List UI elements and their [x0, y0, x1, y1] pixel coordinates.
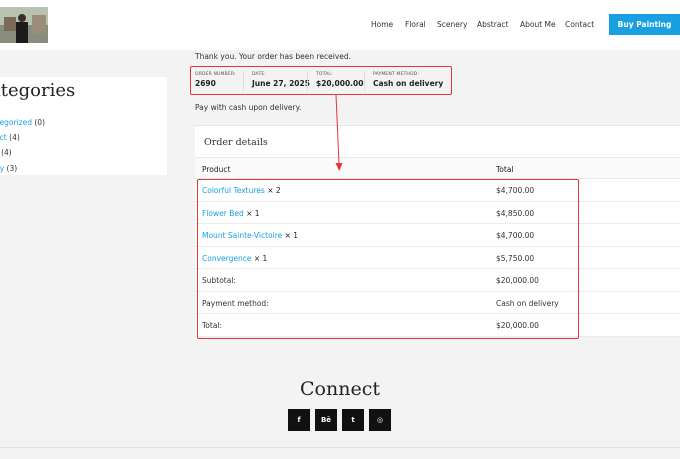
product-cell: Colorful Textures × 2	[202, 186, 281, 195]
site-logo[interactable]	[0, 7, 48, 43]
behance-icon[interactable]: Bē	[315, 409, 337, 431]
summary-divider	[364, 71, 365, 91]
payment-instructions: Pay with cash upon delivery.	[195, 103, 302, 112]
category-item[interactable]: ategorized (0)	[0, 118, 45, 127]
product-quantity: × 1	[246, 208, 260, 218]
order-total-value: $20,000.00	[316, 79, 364, 88]
product-cell: Mount Sainte-Victoire × 1	[202, 231, 298, 240]
table-row: Flower Bed × 1 $4,850.00	[195, 202, 680, 224]
payment-method: PAYMENT METHOD: Cash on delivery	[373, 72, 443, 88]
order-number-value: 2690	[195, 79, 216, 88]
order-details-title: Order details	[204, 137, 268, 148]
order-total-label: TOTAL:	[316, 72, 333, 77]
footer-divider	[0, 447, 680, 448]
category-count: (4)	[9, 133, 20, 142]
order-number: ORDER NUMBER: 2690	[195, 72, 236, 88]
category-count: (3)	[6, 164, 18, 173]
nav-contact[interactable]: Contact	[565, 20, 594, 29]
product-cell: Flower Bed × 1	[202, 209, 260, 218]
categories-title: ategories	[0, 80, 76, 101]
category-count: (4)	[1, 148, 12, 157]
order-total: TOTAL: $20,000.00	[316, 72, 363, 88]
line-total: $4,850.00	[496, 208, 535, 218]
summary-divider	[243, 71, 244, 91]
product-link[interactable]: Colorful Textures	[202, 186, 265, 195]
order-table-header: Product Total	[195, 157, 680, 179]
product-link[interactable]: Convergence	[202, 254, 251, 263]
line-total: $5,750.00	[496, 253, 535, 263]
category-item[interactable]: ract (4)	[0, 133, 20, 142]
line-total: $4,700.00	[496, 186, 535, 195]
instagram-icon[interactable]: ◎	[369, 409, 391, 431]
summary-divider	[307, 71, 308, 91]
table-row: Colorful Textures × 2 $4,700.00	[195, 179, 680, 202]
payment-method-row: Payment method: Cash on delivery	[195, 292, 680, 314]
order-date-value: June 27, 2025	[252, 79, 310, 88]
category-count: (0)	[34, 118, 45, 127]
subtotal-value: $20,000.00	[496, 276, 539, 285]
order-number-label: ORDER NUMBER:	[195, 72, 236, 77]
twitter-icon[interactable]: t	[342, 409, 364, 431]
nav-home[interactable]: Home	[371, 20, 393, 29]
category-item[interactable]: al (4)	[0, 148, 12, 157]
nav-about-me[interactable]: About Me	[520, 20, 556, 29]
category-item[interactable]: ery (3)	[0, 164, 17, 173]
category-link[interactable]: ategorized	[0, 118, 32, 127]
payment-method-value: Cash on delivery	[373, 79, 444, 88]
nav-abstract[interactable]: Abstract	[477, 20, 508, 29]
payment-method-label: PAYMENT METHOD:	[373, 72, 419, 77]
total-row: Total: $20,000.00	[195, 314, 680, 337]
line-total: $4,700.00	[496, 231, 535, 240]
order-summary: ORDER NUMBER: 2690 DATE: June 27, 2025 T…	[192, 67, 452, 95]
order-date: DATE: June 27, 2025	[252, 72, 310, 88]
category-link[interactable]: ract	[0, 133, 7, 142]
order-date-label: DATE:	[252, 72, 266, 77]
product-quantity: × 1	[253, 253, 268, 263]
product-cell: Convergence × 1	[202, 254, 267, 263]
categories-widget: ategories ategorized (0) ract (4) al (4)…	[0, 77, 167, 175]
nav-scenery[interactable]: Scenery	[437, 20, 467, 29]
payment-method-value: Cash on delivery	[496, 298, 559, 308]
connect-heading: Connect	[300, 378, 380, 400]
product-link[interactable]: Flower Bed	[202, 209, 244, 218]
category-link[interactable]: ery	[0, 164, 4, 173]
total-value: $20,000.00	[496, 321, 539, 330]
social-links: f Bē t ◎	[288, 409, 391, 431]
column-total: Total	[496, 165, 514, 174]
product-quantity: × 2	[267, 186, 281, 195]
table-row: Mount Sainte-Victoire × 1 $4,700.00	[195, 224, 680, 247]
order-details-section: Order details Product Total Colorful Tex…	[195, 125, 680, 337]
payment-method-label: Payment method:	[202, 298, 269, 308]
nav-floral[interactable]: Floral	[405, 20, 426, 29]
buy-painting-button[interactable]: Buy Painting	[609, 14, 680, 35]
order-received-notice: Thank you. Your order has been received.	[195, 52, 352, 61]
product-quantity: × 1	[284, 231, 299, 240]
site-header: Home Floral Scenery Abstract About Me Co…	[0, 0, 680, 50]
subtotal-label: Subtotal:	[202, 276, 236, 285]
subtotal-row: Subtotal: $20,000.00	[195, 269, 680, 292]
table-row: Convergence × 1 $5,750.00	[195, 247, 680, 269]
facebook-icon[interactable]: f	[288, 409, 310, 431]
total-label: Total:	[202, 321, 223, 330]
column-product: Product	[202, 165, 231, 174]
product-link[interactable]: Mount Sainte-Victoire	[202, 231, 282, 240]
